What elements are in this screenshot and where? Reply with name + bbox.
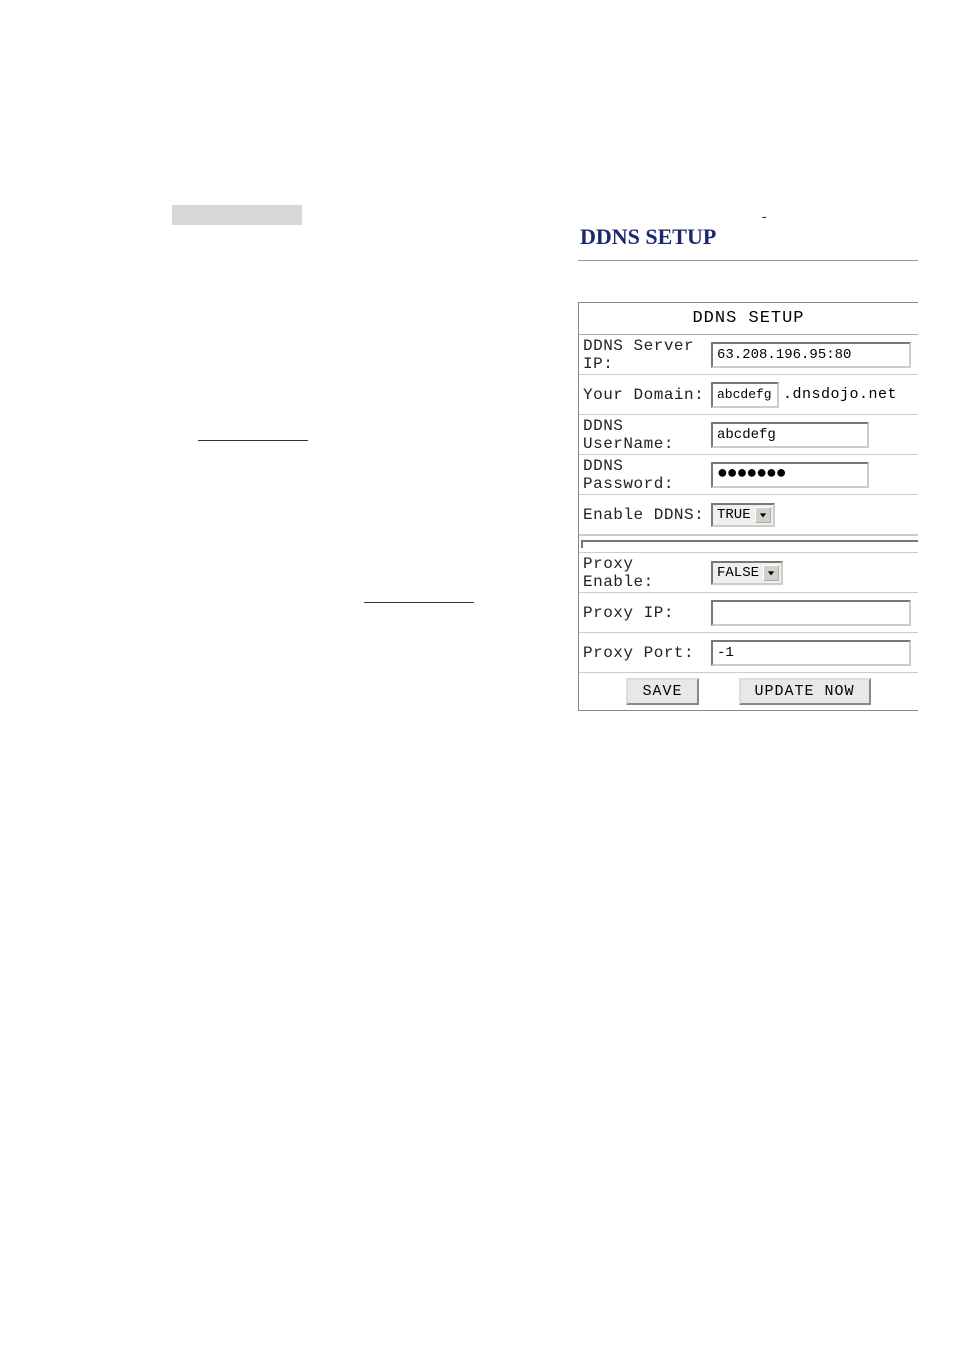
label-proxy-enable: Proxy Enable: (579, 555, 711, 591)
label-enable-ddns: Enable DDNS: (579, 506, 711, 524)
row-username: DDNS UserName: (579, 415, 918, 455)
label-password: DDNS Password: (579, 457, 711, 493)
save-button[interactable]: SAVE (626, 678, 698, 705)
input-proxy-ip[interactable] (711, 600, 911, 626)
row-enable-ddns: Enable DDNS: TRUE (579, 495, 918, 535)
label-server-ip: DDNS Server IP: (579, 337, 711, 373)
input-proxy-port[interactable] (711, 640, 911, 666)
dash-mark: - (760, 210, 768, 226)
chevron-down-icon (763, 565, 779, 581)
decorative-underline-2 (364, 602, 474, 603)
panel-header: DDNS SETUP (579, 303, 918, 335)
decorative-gray-box (172, 205, 302, 225)
domain-suffix: .dnsdojo.net (783, 386, 897, 403)
update-now-button[interactable]: UPDATE NOW (739, 678, 871, 705)
input-server-ip[interactable] (711, 342, 911, 368)
select-enable-ddns-value: TRUE (717, 507, 751, 523)
title-underline (578, 260, 918, 261)
label-domain: Your Domain: (579, 386, 711, 404)
page-title: DDNS SETUP (580, 224, 716, 250)
divider-row (579, 535, 918, 553)
select-enable-ddns[interactable]: TRUE (711, 503, 775, 527)
chevron-down-icon (755, 507, 771, 523)
label-username: DDNS UserName: (579, 417, 711, 453)
label-proxy-ip: Proxy IP: (579, 604, 711, 622)
row-proxy-port: Proxy Port: (579, 633, 918, 673)
input-password[interactable]: ●●●●●●● (711, 462, 869, 488)
input-domain-prefix[interactable] (711, 382, 779, 408)
decorative-underline-1 (198, 440, 308, 441)
row-password: DDNS Password: ●●●●●●● (579, 455, 918, 495)
select-proxy-enable[interactable]: FALSE (711, 561, 783, 585)
ddns-setup-panel: DDNS SETUP DDNS Server IP: Your Domain: … (578, 302, 918, 711)
row-proxy-ip: Proxy IP: (579, 593, 918, 633)
select-proxy-enable-value: FALSE (717, 565, 759, 581)
input-username[interactable] (711, 422, 869, 448)
row-server-ip: DDNS Server IP: (579, 335, 918, 375)
row-domain: Your Domain: .dnsdojo.net (579, 375, 918, 415)
label-proxy-port: Proxy Port: (579, 644, 711, 662)
row-proxy-enable: Proxy Enable: FALSE (579, 553, 918, 593)
button-row: SAVE UPDATE NOW (579, 673, 918, 710)
